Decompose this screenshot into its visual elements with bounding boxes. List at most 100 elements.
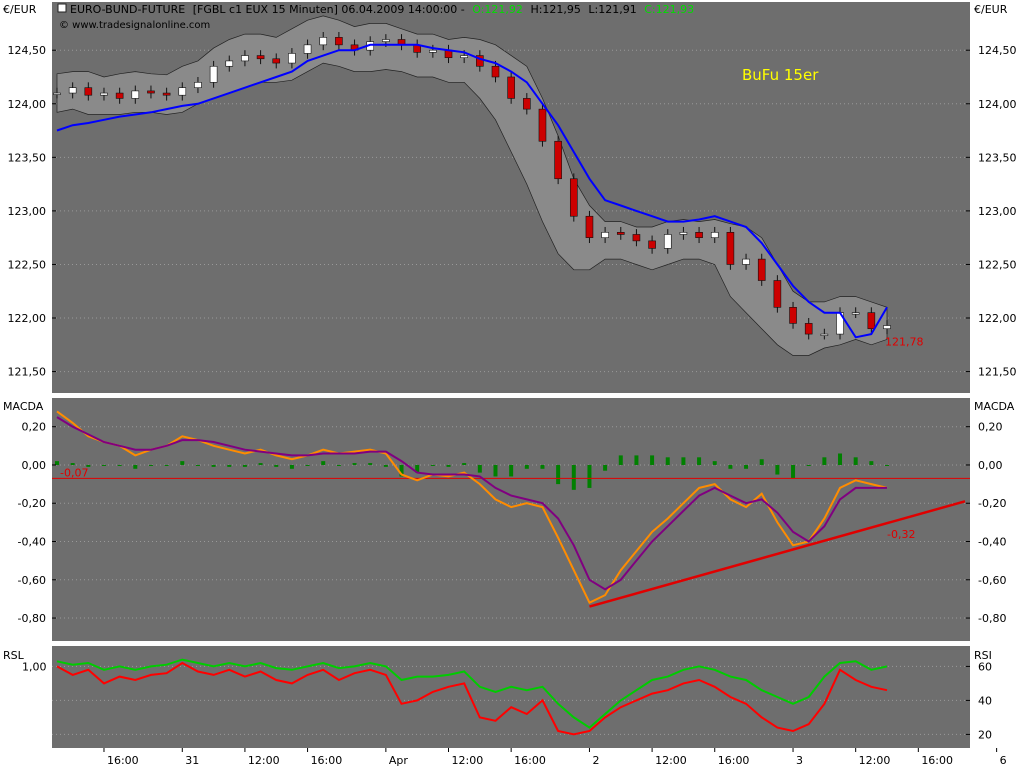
histogram-bar	[430, 464, 435, 466]
axis-tick-label: 121,50	[8, 366, 47, 379]
high-value: H:121,95	[530, 3, 580, 16]
time-tick-label: 12:00	[248, 754, 280, 767]
axis-tick-label: 121,50	[978, 366, 1017, 379]
histogram-bar	[368, 463, 373, 465]
price-panel: 121,78 124,50 124,00 123,50 123,00 122,50 122…	[3, 2, 1017, 393]
axis-tick-label: -0,80	[18, 612, 46, 625]
axis-tick-label: 124,50	[978, 44, 1017, 57]
candle-body	[178, 87, 187, 96]
histogram-bar	[838, 453, 843, 465]
axis-tick-label: 122,50	[978, 258, 1017, 271]
time-tick-label: 31	[185, 754, 199, 767]
time-tick-label: 2	[592, 754, 599, 767]
time-tick-label: 3	[796, 754, 803, 767]
candle-body	[68, 87, 77, 94]
histogram-bar	[321, 461, 326, 465]
histogram-bar	[540, 464, 545, 469]
candle-body	[585, 215, 594, 238]
histogram-bar	[195, 464, 200, 466]
histogram-bar	[650, 455, 655, 465]
axis-tick-label: 124,00	[978, 98, 1017, 111]
time-tick-label: 16:00	[718, 754, 750, 767]
watermark: © www.tradesignalonline.com	[59, 20, 210, 31]
time-tick-label: 16:00	[921, 754, 953, 767]
candle-body	[789, 307, 797, 324]
candle-body	[194, 82, 202, 88]
axis-tick-label: 123,50	[978, 151, 1017, 164]
histogram-bar	[55, 461, 59, 465]
histogram-bar	[211, 464, 216, 467]
candle-body	[538, 108, 547, 142]
macd-panel-background	[52, 398, 970, 641]
axis-tick-label: 0,20	[978, 421, 1003, 434]
histogram-bar	[117, 464, 122, 466]
candle-body	[241, 55, 249, 62]
time-tick-label: 16:00	[311, 754, 343, 767]
candle-body	[225, 60, 234, 67]
candle-body	[460, 55, 468, 59]
histogram-bar	[775, 464, 780, 475]
macd-reference-label: -0,07	[60, 466, 88, 479]
candle-body	[773, 280, 782, 308]
histogram-bar	[242, 464, 247, 467]
candle-body	[100, 92, 108, 96]
macd-title-right: MACDA	[974, 400, 1015, 413]
axis-tick-label: -0,20	[978, 497, 1006, 510]
candle-body	[820, 333, 829, 336]
histogram-bar	[759, 459, 764, 465]
histogram-bar	[665, 457, 670, 465]
macd-axis-left: 0,20 0,00 -0,20 -0,40 -0,60 -0,80	[18, 421, 56, 625]
histogram-bar	[571, 464, 576, 490]
axis-tick-label: -0,20	[18, 497, 46, 510]
header-legend: EURO-BUND-FUTURE [FGBL c1 EUX 15 Minuten…	[70, 3, 694, 16]
rsl-axis-tick: 1,00	[22, 660, 47, 673]
axis-tick-label: -0,80	[978, 612, 1006, 625]
time-tick-label: 12:00	[452, 754, 484, 767]
histogram-bar	[336, 464, 341, 466]
axis-tick-label: 20	[978, 728, 992, 741]
candle-body	[554, 140, 562, 180]
histogram-bar	[274, 464, 279, 467]
candle-body	[632, 234, 641, 242]
candle-body	[601, 232, 609, 238]
instrument-name: EURO-BUND-FUTURE	[70, 3, 185, 16]
time-tick-label: 16:00	[514, 754, 546, 767]
candle-body	[303, 44, 312, 54]
axis-tick-label: 123,00	[978, 205, 1017, 218]
candle-body	[883, 325, 891, 330]
chart-window: 121,78 124,50 124,00 123,50 123,00 122,50 122…	[0, 0, 1024, 768]
candle-body	[804, 323, 813, 335]
axis-tick-label: 124,00	[8, 98, 47, 111]
candle-body	[726, 232, 735, 265]
candle-body	[663, 234, 672, 249]
candle-body	[429, 49, 437, 53]
candle-body	[679, 232, 688, 235]
instrument-details: [FGBL c1 EUX 15 Minuten] 06.04.2009 14:0…	[193, 3, 465, 16]
candle-body	[209, 65, 218, 83]
axis-tick-label: -0,40	[978, 536, 1006, 549]
axis-tick-label: -0,60	[18, 574, 46, 587]
histogram-bar	[791, 464, 796, 479]
histogram-bar	[148, 464, 153, 466]
candle-body	[147, 90, 155, 94]
price-axis-unit-left: €/EUR	[3, 3, 37, 16]
axis-tick-label: 124,50	[8, 44, 47, 57]
candle-body	[335, 37, 343, 46]
rsi-panel: 60 40 20 1,00 RSL RSI	[3, 646, 992, 748]
axis-tick-label: 123,50	[8, 151, 47, 164]
candlestick-legend-icon	[57, 3, 67, 13]
time-axis: 16:00 31 12:00 16:00 Apr 12:00 16:00 2 12:00 16:0…	[103, 748, 1007, 767]
close-value: C:121,93	[644, 3, 694, 16]
histogram-bar	[509, 464, 514, 477]
macd-last-value-label: -0,32	[887, 528, 915, 541]
price-last-value-label: 121,78	[885, 336, 924, 349]
candle-body	[491, 65, 500, 78]
candle-body	[695, 232, 703, 238]
chart-canvas: 121,78 124,50 124,00 123,50 123,00 122,50 122…	[3, 2, 1017, 767]
price-axis-right: 124,50 124,00 123,50 123,00 122,50 122,00 121,…	[966, 44, 1017, 379]
axis-tick-label: -0,40	[18, 536, 46, 549]
price-axis-unit-right: €/EUR	[974, 3, 1008, 16]
histogram-bar	[227, 464, 232, 467]
low-value: L:121,91	[588, 3, 636, 16]
histogram-bar	[634, 455, 639, 465]
